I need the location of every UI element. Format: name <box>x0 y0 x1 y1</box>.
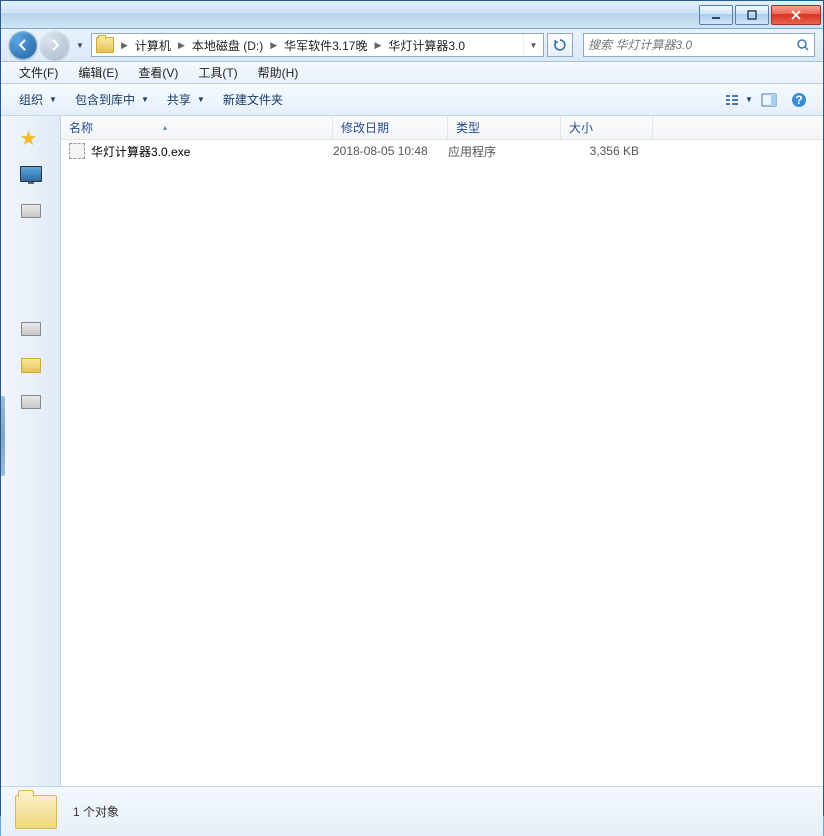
menu-bar: 文件(F) 编辑(E) 查看(V) 工具(T) 帮助(H) <box>1 62 823 84</box>
file-name: 华灯计算器3.0.exe <box>91 143 190 160</box>
breadcrumb-drive[interactable]: 本地磁盘 (D:) <box>188 34 267 56</box>
file-list-area: 名称 ▴ 修改日期 类型 大小 华灯计算器3.0.exe 2018-08-05 1… <box>61 116 823 786</box>
breadcrumb-computer[interactable]: 计算机 <box>131 34 175 56</box>
organize-button[interactable]: 组织▼ <box>11 87 65 112</box>
back-button[interactable] <box>9 31 37 59</box>
share-label: 共享 <box>167 91 191 108</box>
chevron-right-icon[interactable]: ▶ <box>267 40 280 51</box>
file-size: 3,356 KB <box>561 144 653 158</box>
history-dropdown[interactable]: ▼ <box>73 35 87 55</box>
menu-help[interactable]: 帮助(H) <box>250 62 307 83</box>
address-bar[interactable]: ▶ 计算机 ▶ 本地磁盘 (D:) ▶ 华军软件3.17晚 ▶ 华灯计算器3.0… <box>91 33 544 57</box>
svg-text:?: ? <box>795 93 802 107</box>
sort-arrow-icon: ▴ <box>163 123 167 132</box>
refresh-button[interactable] <box>547 33 573 57</box>
preview-pane-button[interactable] <box>755 88 783 112</box>
include-label: 包含到库中 <box>75 91 135 108</box>
breadcrumb-folder2[interactable]: 华灯计算器3.0 <box>384 34 469 56</box>
column-name[interactable]: 名称 ▴ <box>61 116 333 139</box>
menu-tools[interactable]: 工具(T) <box>190 62 245 83</box>
libraries-icon[interactable] <box>21 204 41 218</box>
toolbar: 组织▼ 包含到库中▼ 共享▼ 新建文件夹 ▼ ? <box>1 84 823 116</box>
close-button[interactable] <box>771 5 821 25</box>
search-icon <box>796 38 810 52</box>
status-text: 1 个对象 <box>73 803 119 820</box>
chevron-right-icon[interactable]: ▶ <box>371 40 384 51</box>
titlebar <box>1 1 823 29</box>
explorer-window: ▼ ▶ 计算机 ▶ 本地磁盘 (D:) ▶ 华军软件3.17晚 ▶ 华灯计算器3… <box>0 0 824 816</box>
file-type: 应用程序 <box>448 143 561 160</box>
navigation-row: ▼ ▶ 计算机 ▶ 本地磁盘 (D:) ▶ 华军软件3.17晚 ▶ 华灯计算器3… <box>1 29 823 62</box>
help-button[interactable]: ? <box>785 88 813 112</box>
search-input[interactable] <box>588 38 796 52</box>
menu-file[interactable]: 文件(F) <box>11 62 66 83</box>
newfolder-label: 新建文件夹 <box>223 91 283 108</box>
view-options-button[interactable]: ▼ <box>725 88 753 112</box>
new-folder-button[interactable]: 新建文件夹 <box>215 87 291 112</box>
desktop-icon[interactable] <box>20 166 42 182</box>
computer-icon[interactable] <box>21 322 41 336</box>
file-row[interactable]: 华灯计算器3.0.exe 2018-08-05 10:48 应用程序 3,356… <box>61 140 823 162</box>
drive-icon[interactable] <box>21 395 41 409</box>
column-type[interactable]: 类型 <box>448 116 561 139</box>
organize-label: 组织 <box>19 91 43 108</box>
share-button[interactable]: 共享▼ <box>159 87 213 112</box>
menu-view[interactable]: 查看(V) <box>130 62 186 83</box>
network-icon[interactable] <box>21 358 41 373</box>
minimize-button[interactable] <box>699 5 733 25</box>
sidebar-collapse-handle[interactable] <box>1 396 5 476</box>
column-modified[interactable]: 修改日期 <box>333 116 448 139</box>
search-box[interactable] <box>583 33 815 57</box>
folder-icon <box>15 795 57 829</box>
file-modified: 2018-08-05 10:48 <box>333 144 448 158</box>
column-headers: 名称 ▴ 修改日期 类型 大小 <box>61 116 823 140</box>
address-dropdown[interactable]: ▼ <box>523 34 543 56</box>
forward-button[interactable] <box>41 31 69 59</box>
folder-icon <box>96 37 114 53</box>
maximize-button[interactable] <box>735 5 769 25</box>
empty-area[interactable] <box>61 162 823 786</box>
chevron-right-icon[interactable]: ▶ <box>118 40 131 51</box>
favorites-icon[interactable]: ★ <box>20 126 42 144</box>
menu-edit[interactable]: 编辑(E) <box>70 62 126 83</box>
chevron-right-icon[interactable]: ▶ <box>175 40 188 51</box>
status-bar: 1 个对象 <box>1 786 823 836</box>
exe-icon <box>69 143 85 159</box>
content-body: ★ 名称▴ 修改日期 类型 大小 华灯计算器3.0.exe 2018-08-05 <box>1 116 823 786</box>
column-name-label: 名称 <box>69 119 93 136</box>
navigation-sidebar: ★ <box>1 116 61 786</box>
column-size[interactable]: 大小 <box>561 116 653 139</box>
breadcrumb-folder1[interactable]: 华军软件3.17晚 <box>280 34 371 56</box>
include-library-button[interactable]: 包含到库中▼ <box>67 87 157 112</box>
